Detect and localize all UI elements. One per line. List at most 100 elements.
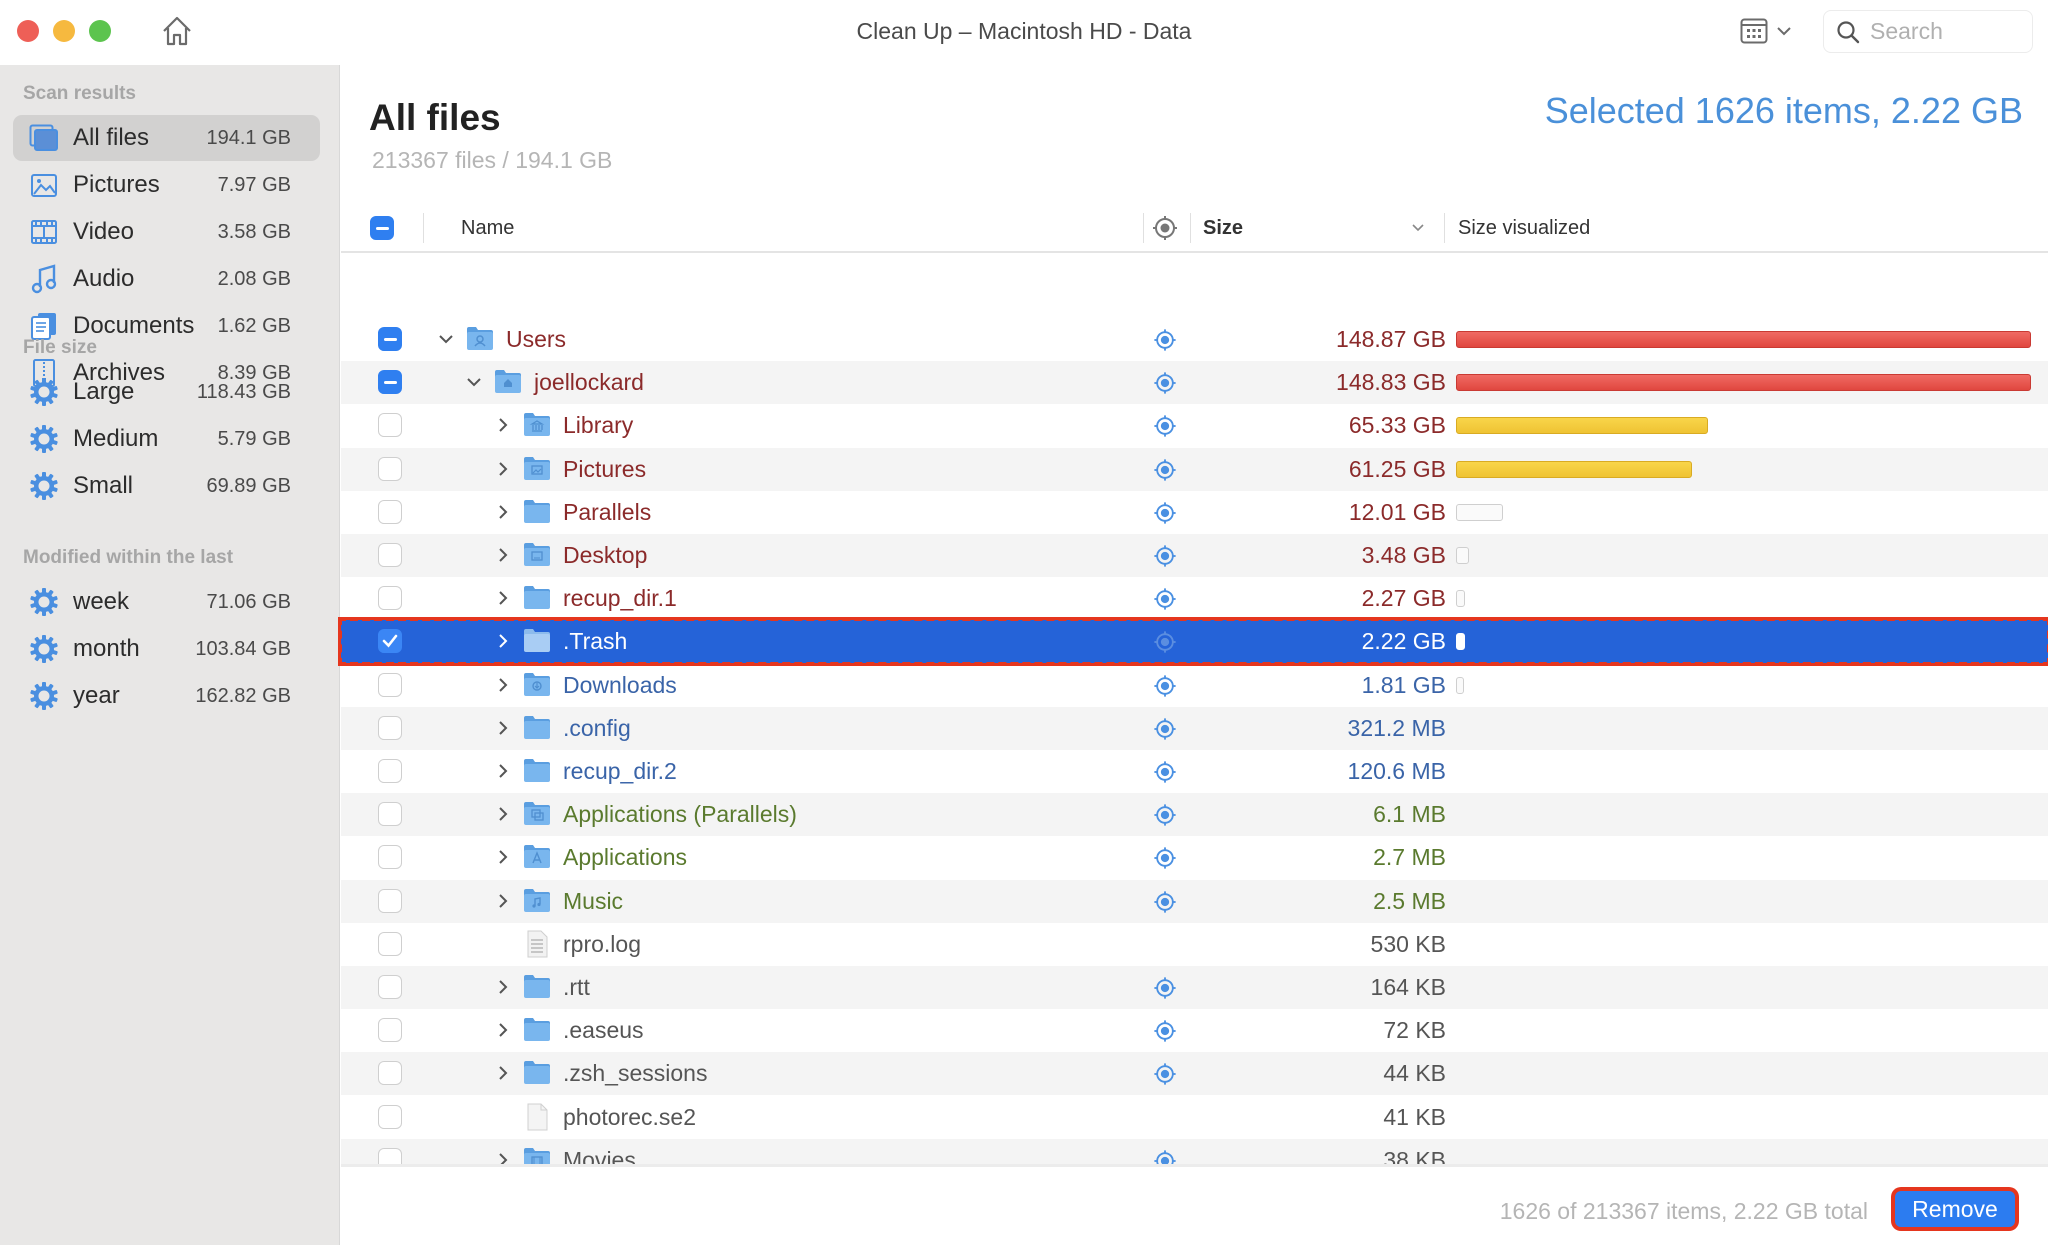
checkbox[interactable] [378, 629, 402, 654]
checkbox[interactable] [378, 586, 402, 611]
chevron-right-icon[interactable] [493, 717, 513, 739]
row-checkbox[interactable] [378, 629, 402, 654]
sidebar-item-video[interactable]: Video 3.58 GB [13, 209, 320, 255]
sidebar-item-large[interactable]: Large 118.43 GB [13, 369, 320, 415]
checkbox[interactable] [378, 845, 402, 870]
reveal-in-finder-icon[interactable] [1153, 458, 1177, 482]
home-button[interactable] [160, 14, 194, 48]
row-checkbox[interactable] [378, 1104, 402, 1129]
checkbox[interactable] [378, 931, 402, 956]
checkbox[interactable] [378, 759, 402, 783]
sidebar-item-pictures[interactable]: Pictures 7.97 GB [13, 162, 320, 208]
table-row[interactable]: joellockard 148.83 GB [341, 361, 2048, 405]
search-input[interactable] [1870, 18, 2020, 45]
row-checkbox[interactable] [378, 456, 402, 481]
chevron-right-icon[interactable] [493, 1062, 513, 1084]
chevron-right-icon[interactable] [493, 414, 513, 436]
remove-button[interactable]: Remove [1895, 1191, 2015, 1227]
close-window-button[interactable] [17, 20, 39, 42]
row-checkbox[interactable] [378, 1061, 402, 1086]
checkbox[interactable] [378, 802, 402, 827]
chevron-down-icon[interactable] [436, 328, 456, 350]
reveal-in-finder-icon[interactable] [1153, 587, 1177, 611]
table-row[interactable]: recup_dir.1 2.27 GB [341, 577, 2048, 620]
table-row[interactable]: .config 321.2 MB [341, 706, 2048, 750]
checkbox[interactable] [378, 1061, 402, 1086]
row-checkbox[interactable] [378, 845, 402, 870]
row-checkbox[interactable] [378, 499, 402, 524]
reveal-in-finder-icon[interactable] [1153, 1062, 1177, 1086]
chevron-right-icon[interactable] [493, 890, 513, 912]
chevron-right-icon[interactable] [493, 803, 513, 825]
reveal-in-finder-icon[interactable] [1153, 846, 1177, 870]
chevron-right-icon[interactable] [493, 760, 513, 782]
checkbox[interactable] [378, 327, 402, 351]
table-row[interactable]: rpro.log 530 KB [341, 923, 2048, 966]
checkbox[interactable] [378, 1104, 402, 1129]
reveal-in-finder-icon[interactable] [1153, 630, 1177, 654]
row-checkbox[interactable] [378, 931, 402, 956]
column-separator[interactable] [1143, 213, 1144, 243]
reveal-in-finder-icon[interactable] [1153, 674, 1177, 698]
table-row[interactable]: Downloads 1.81 GB [341, 664, 2048, 707]
chevron-right-icon[interactable] [493, 674, 513, 696]
chevron-right-icon[interactable] [493, 544, 513, 566]
column-separator[interactable] [1190, 213, 1191, 243]
row-checkbox[interactable] [378, 586, 402, 611]
row-checkbox[interactable] [378, 888, 402, 913]
row-checkbox[interactable] [378, 715, 402, 740]
search-field[interactable] [1823, 10, 2033, 53]
sidebar-item-month[interactable]: month 103.84 GB [13, 626, 320, 672]
checkbox[interactable] [378, 888, 402, 913]
checkbox[interactable] [378, 975, 402, 999]
reveal-in-finder-icon[interactable] [1153, 890, 1177, 914]
chevron-right-icon[interactable] [493, 846, 513, 868]
row-checkbox[interactable] [378, 1018, 402, 1043]
column-header-size[interactable]: Size [1203, 205, 1243, 251]
checkbox[interactable] [378, 413, 402, 438]
reveal-in-finder-icon[interactable] [1153, 976, 1177, 1000]
table-row[interactable]: .easeus 72 KB [341, 1009, 2048, 1052]
zoom-window-button[interactable] [89, 20, 111, 42]
select-all-checkbox-box[interactable] [370, 216, 394, 240]
column-header-reveal[interactable] [1152, 205, 1178, 251]
sidebar-item-week[interactable]: week 71.06 GB [13, 579, 320, 625]
reveal-in-finder-icon[interactable] [1153, 760, 1177, 784]
reveal-in-finder-icon[interactable] [1153, 544, 1177, 568]
table-row[interactable]: .rtt 164 KB [341, 966, 2048, 1009]
column-header-name[interactable]: Name [461, 205, 514, 251]
row-checkbox[interactable] [378, 802, 402, 827]
checkbox[interactable] [378, 370, 402, 395]
checkbox[interactable] [378, 672, 402, 697]
reveal-in-finder-icon[interactable] [1153, 717, 1177, 741]
column-separator[interactable] [1444, 213, 1445, 243]
chevron-down-icon[interactable] [464, 371, 484, 393]
checkbox[interactable] [378, 499, 402, 524]
table-row[interactable]: Parallels 12.01 GB [341, 491, 2048, 534]
row-checkbox[interactable] [378, 975, 402, 999]
column-header-size-visualized[interactable]: Size visualized [1458, 205, 1590, 251]
table-row[interactable]: Pictures 61.25 GB [341, 447, 2048, 491]
table-row[interactable]: Applications (Parallels) 6.1 MB [341, 793, 2048, 837]
minimize-window-button[interactable] [53, 20, 75, 42]
chevron-right-icon[interactable] [493, 976, 513, 998]
chevron-right-icon[interactable] [493, 1019, 513, 1041]
reveal-in-finder-icon[interactable] [1153, 1019, 1177, 1043]
chevron-right-icon[interactable] [493, 458, 513, 480]
checkbox[interactable] [378, 1018, 402, 1043]
column-separator[interactable] [423, 213, 424, 243]
reveal-in-finder-icon[interactable] [1153, 803, 1177, 827]
table-row[interactable]: .Trash 2.22 GB [338, 617, 2048, 667]
checkbox[interactable] [378, 543, 402, 567]
chevron-right-icon[interactable] [493, 630, 513, 652]
view-options-button[interactable] [1740, 16, 1800, 46]
sort-descending-button[interactable] [1410, 205, 1426, 251]
row-checkbox[interactable] [378, 543, 402, 567]
sidebar-item-small[interactable]: Small 69.89 GB [13, 463, 320, 509]
table-row[interactable]: Music 2.5 MB [341, 879, 2048, 923]
sidebar-item-year[interactable]: year 162.82 GB [13, 673, 320, 719]
checkbox[interactable] [378, 456, 402, 481]
row-checkbox[interactable] [378, 370, 402, 395]
row-checkbox[interactable] [378, 413, 402, 438]
row-checkbox[interactable] [378, 672, 402, 697]
